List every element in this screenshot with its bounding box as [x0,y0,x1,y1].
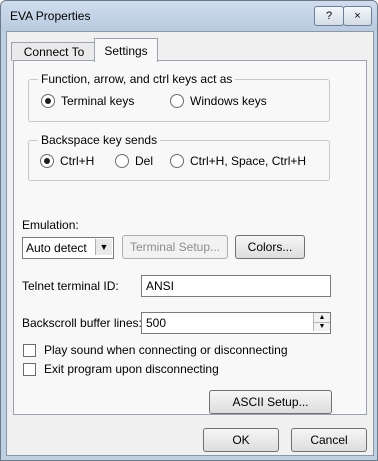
tab-label: Connect To [23,45,85,59]
radio-ctrl-h-space[interactable]: Ctrl+H, Space, Ctrl+H [170,154,306,168]
checkbox-label: Play sound when connecting or disconnect… [44,343,288,357]
button-label: Colors... [247,240,293,254]
checkbox-label: Exit program upon disconnecting [44,362,219,376]
terminal-setup-button[interactable]: Terminal Setup... [122,235,228,259]
eva-properties-dialog: EVA Properties ? × Connect To Settings F… [0,0,378,461]
colors-button[interactable]: Colors... [235,235,305,259]
checkbox[interactable] [23,343,36,357]
radio-del[interactable]: Del [115,154,153,168]
ok-button[interactable]: OK [203,428,279,452]
close-icon: × [354,10,361,22]
radio-label: Del [135,154,154,168]
backspace-legend: Backspace key sends [38,133,161,147]
function-keys-legend: Function, arrow, and ctrl keys act as [38,72,236,86]
button-label: OK [232,433,250,447]
dialog-body: Connect To Settings Function, arrow, and… [6,31,374,456]
telnet-id-field[interactable]: ANSI [141,275,331,297]
button-label: Cancel [310,433,348,447]
radio-button[interactable] [40,154,54,168]
radio-terminal-keys[interactable]: Terminal keys [41,94,134,108]
chevron-down-icon[interactable]: ▼ [95,239,112,255]
radio-button[interactable] [115,154,129,168]
telnet-id-value: ANSI [146,279,175,293]
radio-button[interactable] [170,154,184,168]
button-label: Terminal Setup... [129,240,221,254]
help-button[interactable]: ? [314,6,344,26]
spin-down-icon[interactable]: ▼ [314,323,330,332]
function-keys-group: Function, arrow, and ctrl keys act as Te… [28,72,330,122]
emulation-select[interactable]: Auto detect ▼ [22,237,114,259]
backscroll-stepper[interactable]: 500 ▲ ▼ [141,312,331,334]
radio-label: Ctrl+H [60,154,95,168]
checkbox-exit-program[interactable]: Exit program upon disconnecting [23,362,219,376]
radio-label: Terminal keys [61,94,135,108]
spin-buttons[interactable]: ▲ ▼ [313,313,330,331]
window-title: EVA Properties [10,9,91,23]
tab-connect-to[interactable]: Connect To [11,42,97,61]
radio-windows-keys[interactable]: Windows keys [170,94,267,108]
checkbox[interactable] [23,362,36,376]
backscroll-label: Backscroll buffer lines: [22,316,142,330]
button-label: ASCII Setup... [232,395,309,409]
spin-up-icon[interactable]: ▲ [314,313,330,323]
help-icon: ? [325,10,333,22]
cancel-button[interactable]: Cancel [291,428,367,452]
checkbox-play-sound[interactable]: Play sound when connecting or disconnect… [23,343,288,357]
tab-label: Settings [104,43,148,58]
emulation-label: Emulation: [22,218,79,232]
ascii-setup-button[interactable]: ASCII Setup... [209,390,332,414]
radio-button[interactable] [170,94,184,108]
radio-button[interactable] [41,94,55,108]
radio-ctrl-h[interactable]: Ctrl+H [40,154,94,168]
radio-label: Ctrl+H, Space, Ctrl+H [190,154,307,168]
radio-label: Windows keys [190,94,267,108]
emulation-value: Auto detect [26,241,87,255]
telnet-id-label: Telnet terminal ID: [22,279,119,293]
title-bar[interactable]: EVA Properties ? × [1,1,377,31]
backspace-group: Backspace key sends Ctrl+H Del Ctrl+H, S… [28,133,330,181]
backscroll-value: 500 [146,316,167,330]
settings-panel: Function, arrow, and ctrl keys act as Te… [13,60,367,415]
close-button[interactable]: × [343,6,372,26]
tab-settings[interactable]: Settings [94,38,158,62]
